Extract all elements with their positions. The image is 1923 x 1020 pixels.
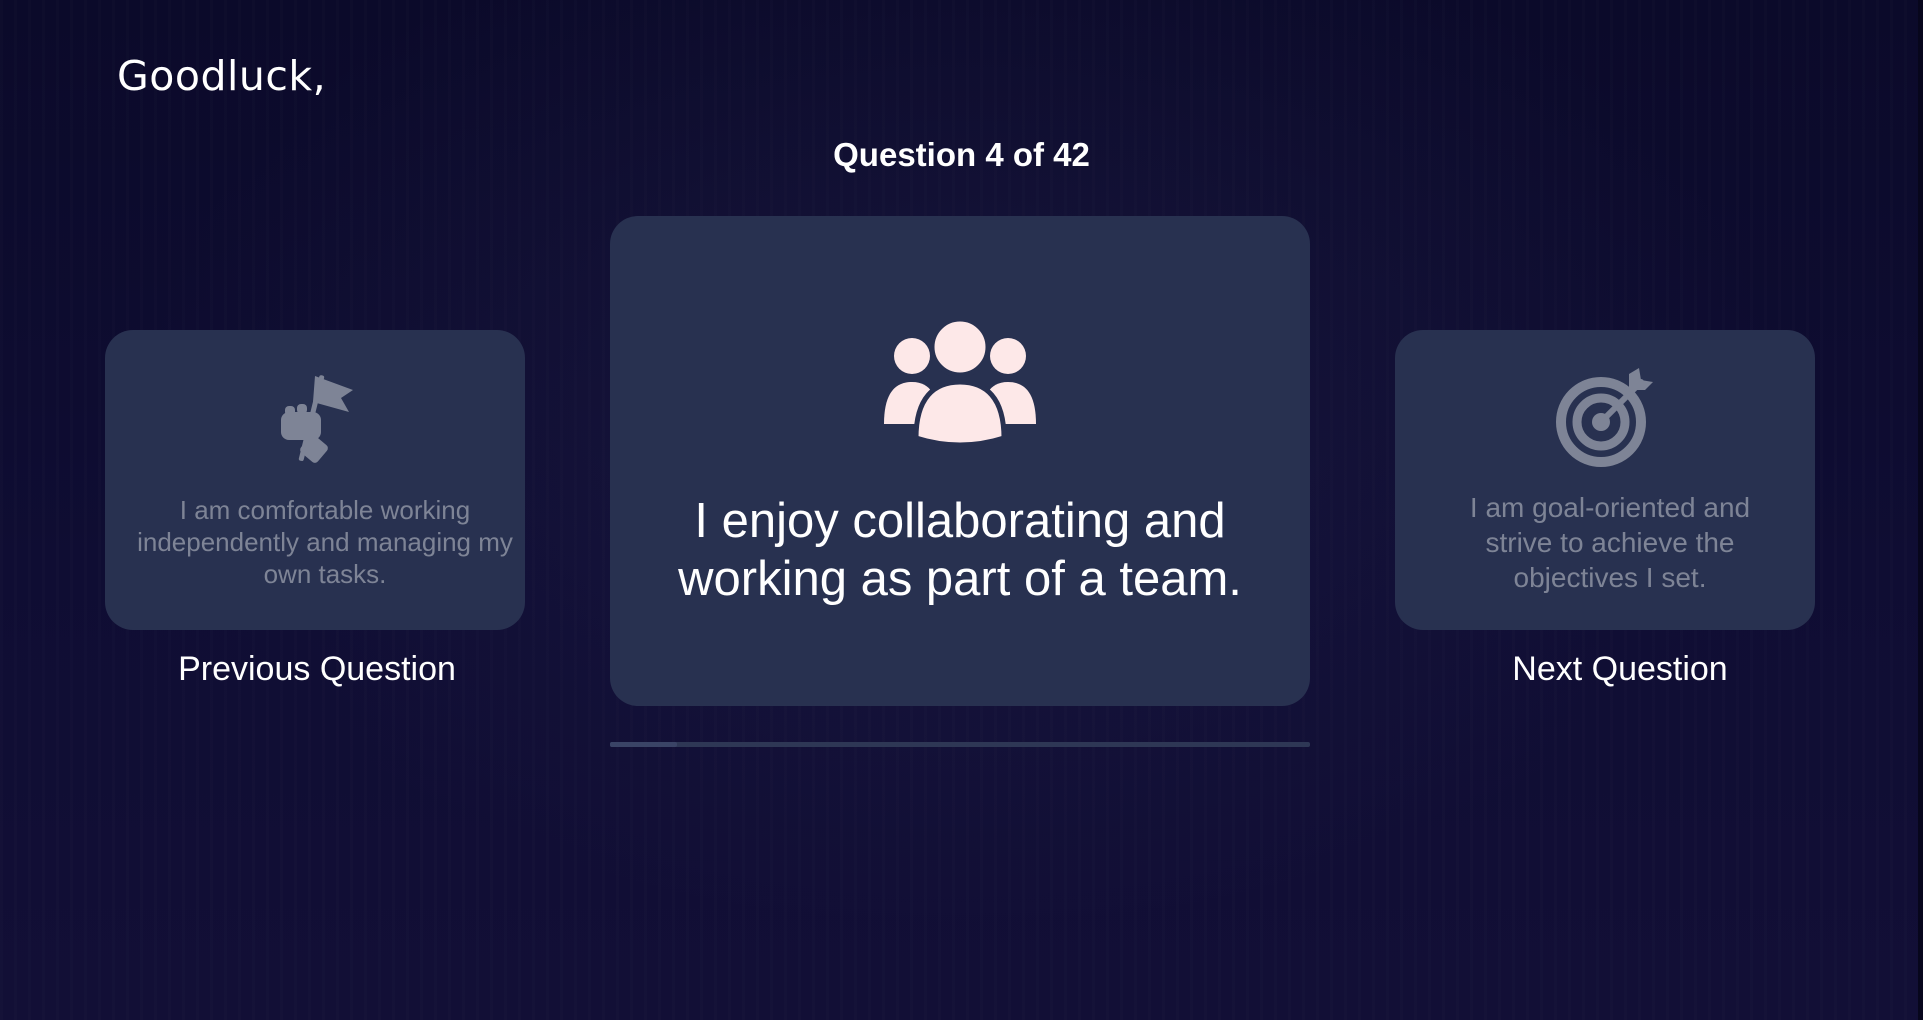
next-question-text: I am goal-oriented and strive to achieve… xyxy=(1469,492,1751,593)
previous-question-card[interactable]: I am comfortable working independently a… xyxy=(105,330,525,630)
previous-question-text: I am comfortable working independently a… xyxy=(137,495,513,589)
current-question-card[interactable]: I enjoy collaborating and working as par… xyxy=(610,216,1310,706)
question-counter: Question 4 of 42 xyxy=(833,136,1090,173)
next-question-button[interactable]: Next Question xyxy=(1395,650,1845,689)
target-arrow-icon xyxy=(1556,368,1653,467)
group-users-icon xyxy=(884,320,1036,446)
next-question-card[interactable]: I am goal-oriented and strive to achieve… xyxy=(1395,330,1815,630)
greeting-heading: Goodluck, xyxy=(117,52,327,100)
hand-holding-flag-icon xyxy=(281,375,353,463)
current-question-text: I enjoy collaborating and working as par… xyxy=(678,494,1242,606)
progress-bar-fill xyxy=(610,742,677,747)
progress-bar xyxy=(610,742,1310,747)
previous-question-button[interactable]: Previous Question xyxy=(105,650,529,689)
